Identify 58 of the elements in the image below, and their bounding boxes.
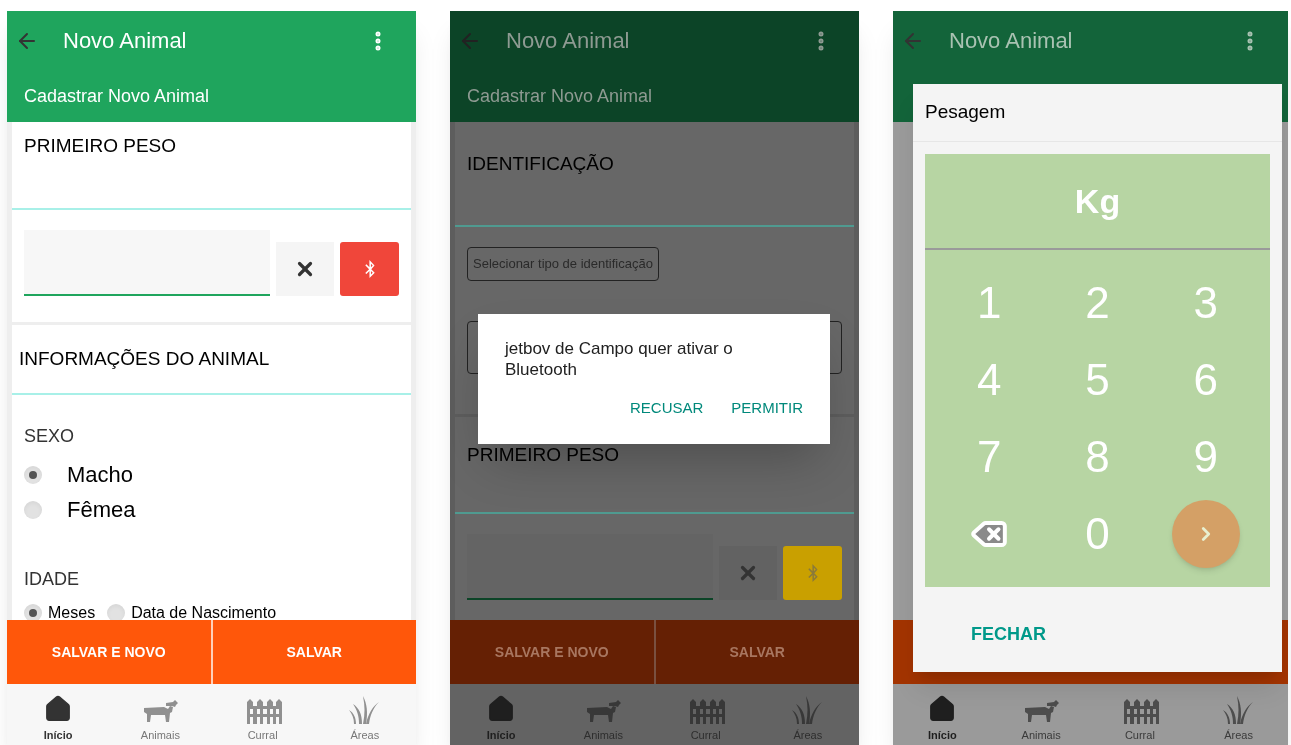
save-button[interactable]: SALVAR E NOVO	[450, 620, 654, 684]
dialog-title: Pesagem	[925, 100, 1006, 125]
screen-title: Novo Animal	[949, 27, 1073, 55]
cow-icon	[585, 697, 622, 724]
grass-icon	[1222, 695, 1255, 724]
save-button[interactable]: SALVAR	[655, 620, 859, 684]
section-title: IDENTIFICAÇÃO	[467, 153, 614, 174]
nav-tab[interactable]: Áreas	[313, 684, 416, 745]
grass-icon	[791, 695, 824, 724]
section-title: INFORMAÇÕES DO ANIMAL	[19, 346, 270, 371]
screen-subtitle: Cadastrar Novo Animal	[467, 84, 653, 108]
nav-tab[interactable]: Curral	[211, 684, 314, 745]
radio-label: Meses	[48, 603, 96, 620]
section-title: PRIMEIRO PESO	[467, 445, 621, 465]
radio-label: Data de Nascimento	[131, 603, 277, 620]
alert-message: jetbov de Campo quer ativar o Bluetooth	[505, 338, 734, 380]
digit-key[interactable]: 3	[1187, 269, 1225, 336]
radio-button[interactable]	[107, 604, 126, 620]
radio-label: Fêmea	[67, 496, 136, 524]
dialog-button[interactable]: RECUSAR	[629, 397, 704, 420]
nav-tab[interactable]: Início	[893, 684, 992, 745]
cow-icon	[142, 697, 179, 724]
digit-key[interactable]: 5	[1079, 346, 1116, 413]
nav-tab[interactable]: Animais	[109, 684, 212, 745]
group-label: IDADE	[24, 568, 80, 591]
screen-title: Novo Animal	[63, 27, 187, 55]
radio-button[interactable]	[24, 604, 42, 620]
section-title: PRIMEIRO PESO	[24, 136, 178, 156]
screen-title: Novo Animal	[506, 27, 630, 55]
nav-tab[interactable]: Curral	[1090, 684, 1190, 745]
digit-key[interactable]: 7	[970, 424, 1008, 491]
close-button[interactable]: FECHAR	[971, 621, 1046, 648]
digit-key[interactable]: 6	[1187, 346, 1225, 413]
nav-tab[interactable]: Início	[450, 684, 553, 745]
radio-label: Macho	[67, 461, 134, 489]
screen-subtitle: Cadastrar Novo Animal	[24, 84, 210, 108]
weight-input[interactable]	[24, 230, 271, 296]
weight-display: Kg	[1074, 180, 1121, 222]
nav-tab[interactable]: Áreas	[1189, 684, 1288, 745]
cow-icon	[1023, 697, 1060, 724]
save-button[interactable]: SALVAR E NOVO	[7, 620, 211, 684]
nav-tab[interactable]: Início	[7, 684, 110, 745]
dialog-button[interactable]: PERMITIR	[731, 397, 803, 420]
grass-icon	[348, 695, 381, 724]
radio-button[interactable]	[24, 465, 42, 484]
clear-button[interactable]	[276, 242, 335, 296]
bluetooth-button[interactable]	[340, 242, 399, 296]
digit-key[interactable]: 9	[1187, 424, 1225, 491]
digit-key[interactable]: 4	[970, 346, 1008, 413]
nav-tab[interactable]: Animais	[991, 684, 1091, 745]
digit-key[interactable]: 0	[1079, 501, 1116, 568]
save-button[interactable]: SALVAR	[212, 620, 416, 684]
identification-type-button[interactable]: Selecionar tipo de identificação	[467, 247, 659, 281]
radio-button[interactable]	[24, 500, 42, 519]
group-label: SEXO	[24, 425, 76, 448]
digit-key[interactable]: 1	[970, 269, 1008, 336]
digit-key[interactable]: 2	[1079, 269, 1116, 336]
digit-key[interactable]: 8	[1079, 424, 1116, 491]
